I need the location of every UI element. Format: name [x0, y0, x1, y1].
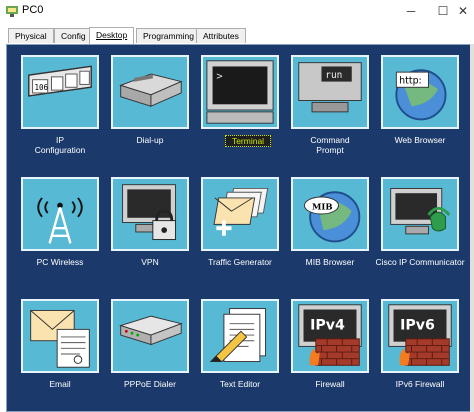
tab-physical[interactable]: Physical: [8, 28, 54, 43]
modem-icon: [119, 73, 183, 107]
app-label: PC Wireless: [36, 257, 84, 267]
run-prompt-text: run: [325, 70, 342, 81]
traffic-generator-icon: [213, 187, 269, 236]
packet-tracer-pc-icon: [6, 6, 18, 17]
tab-bar: Physical Config Desktop Programming Attr…: [0, 22, 474, 44]
firewall-ipv6-icon: IPv6: [388, 304, 452, 366]
command-prompt-icon: run: [298, 62, 362, 113]
app-label: Command Prompt: [310, 135, 350, 155]
app-label: Traffic Generator: [208, 257, 272, 267]
app-label: VPN: [141, 257, 159, 267]
scrollbar[interactable]: [470, 44, 474, 412]
app-label: Firewall: [315, 379, 345, 389]
email-icon: [30, 309, 90, 368]
tab-config[interactable]: Config: [54, 28, 93, 43]
wireless-tower-icon: [37, 197, 83, 244]
app-label: Cisco IP Communicator: [375, 257, 465, 267]
tab-attributes[interactable]: Attributes: [196, 28, 246, 43]
app-label: IP Configuration: [34, 135, 86, 155]
ip-configuration-icon: 106: [28, 65, 92, 97]
app-label: Email: [49, 379, 71, 389]
ip-communicator-icon: [390, 187, 451, 235]
app-label: IPv6 Firewall: [395, 379, 445, 389]
tab-desktop[interactable]: Desktop: [89, 27, 135, 44]
vpn-lock-icon: [122, 184, 177, 241]
desktop-panel: 106 IP Configuration Dial-up > Terminal: [6, 44, 472, 412]
close-button[interactable]: ✕: [458, 1, 474, 21]
app-label: PPPoE Dialer: [124, 379, 176, 389]
app-label: Text Editor: [219, 379, 261, 389]
ipv4-text: IPv4: [310, 317, 345, 333]
terminal-icon: >: [206, 60, 274, 124]
tab-programming[interactable]: Programming: [136, 28, 202, 43]
app-label: Dial-up: [136, 135, 164, 145]
http-text: http:: [399, 75, 422, 86]
text-editor-icon: [209, 308, 267, 363]
minimize-button[interactable]: ─: [394, 1, 428, 21]
mib-text: MIB: [312, 202, 333, 212]
app-label-selected: Terminal: [225, 135, 271, 147]
title-bar: PC0 ─ ☐ ✕: [0, 0, 474, 22]
ipv6-text: IPv6: [400, 317, 435, 333]
terminal-prompt-text: >: [216, 71, 222, 83]
app-label: MIB Browser: [305, 257, 355, 267]
app-label: Web Browser: [394, 135, 446, 145]
web-browser-icon: http:: [395, 69, 447, 121]
pppoe-dialer-icon: [119, 315, 183, 346]
ip-badge-text: 106: [34, 83, 48, 92]
window-title: PC0: [22, 4, 44, 16]
maximize-button[interactable]: ☐: [426, 1, 460, 21]
firewall-ipv4-icon: IPv4: [298, 304, 362, 366]
mib-browser-icon: MIB: [303, 191, 361, 243]
